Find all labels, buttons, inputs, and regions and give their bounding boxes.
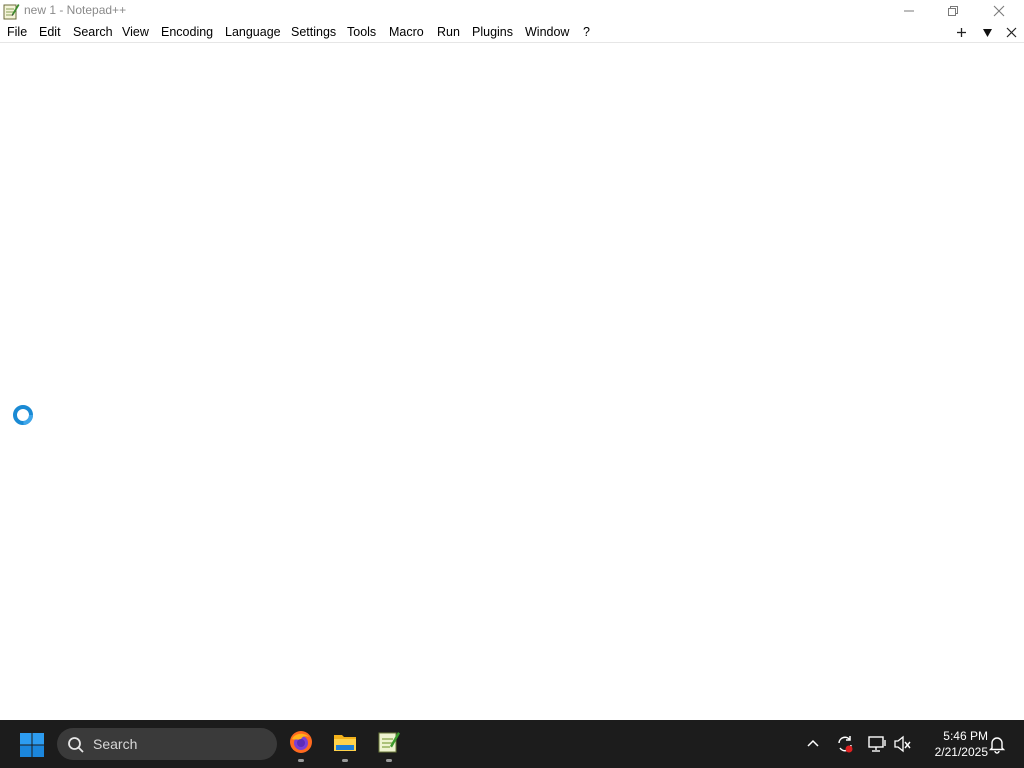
- close-icon: [993, 5, 1005, 17]
- close-tab-button[interactable]: [1002, 22, 1022, 43]
- clock-date: 2/21/2025: [934, 745, 988, 759]
- editor-area[interactable]: [0, 43, 1024, 720]
- windows-logo-icon: [20, 733, 44, 757]
- tray-network[interactable]: [867, 734, 887, 754]
- bell-icon: [988, 737, 1006, 754]
- restore-icon: [948, 6, 958, 16]
- running-indicator: [342, 759, 348, 762]
- menu-help[interactable]: ?: [583, 25, 590, 39]
- close-icon: [1006, 27, 1017, 38]
- taskbar-app-notepadpp[interactable]: [371, 726, 407, 762]
- notepadpp-app-icon: [2, 2, 20, 20]
- tray-volume[interactable]: [893, 734, 913, 754]
- dropdown-arrow-icon: [983, 29, 992, 37]
- file-explorer-icon: [334, 735, 356, 751]
- taskbar-clock[interactable]: 5:46 PM 2/21/2025: [918, 728, 988, 760]
- firefox-icon: [290, 731, 312, 753]
- search-icon: [68, 737, 84, 753]
- menu-window[interactable]: Window: [525, 25, 569, 39]
- window-title: new 1 - Notepad++: [24, 3, 127, 17]
- clock-time: 5:46 PM: [943, 729, 988, 743]
- chevron-up-icon: [807, 739, 819, 747]
- tray-sync-status[interactable]: [835, 734, 855, 754]
- menu-edit[interactable]: Edit: [39, 25, 61, 39]
- new-tab-button[interactable]: [952, 22, 972, 43]
- start-button[interactable]: [19, 732, 45, 758]
- taskbar: Search 5:46 PM 2/21/2025: [0, 720, 1024, 768]
- running-indicator: [298, 759, 304, 762]
- notepadpp-icon: [378, 732, 400, 753]
- menu-settings[interactable]: Settings: [291, 25, 336, 39]
- volume-muted-icon: [894, 735, 911, 753]
- taskbar-app-file-explorer[interactable]: [327, 726, 363, 762]
- menu-bar: File Edit Search View Encoding Language …: [0, 22, 1024, 43]
- menu-macro[interactable]: Macro: [389, 25, 424, 39]
- minimize-icon: [904, 10, 914, 12]
- network-icon: [868, 736, 886, 752]
- menu-run[interactable]: Run: [437, 25, 460, 39]
- tab-list-dropdown[interactable]: [978, 22, 998, 43]
- search-placeholder: Search: [93, 736, 138, 752]
- show-hidden-icons-button[interactable]: [803, 734, 823, 754]
- close-window-button[interactable]: [976, 0, 1022, 22]
- busy-cursor-icon: [12, 404, 34, 426]
- running-indicator: [386, 759, 392, 762]
- menu-tools[interactable]: Tools: [347, 25, 376, 39]
- menu-language[interactable]: Language: [225, 25, 281, 39]
- restore-button[interactable]: [930, 0, 976, 22]
- notification-center-button[interactable]: [987, 734, 1007, 754]
- taskbar-app-firefox[interactable]: [283, 726, 319, 762]
- taskbar-search-box[interactable]: Search: [57, 728, 277, 760]
- menu-encoding[interactable]: Encoding: [161, 25, 213, 39]
- menu-search[interactable]: Search: [73, 25, 113, 39]
- menu-file[interactable]: File: [7, 25, 27, 39]
- plus-icon: [957, 28, 966, 37]
- title-bar[interactable]: new 1 - Notepad++: [0, 0, 1024, 22]
- menu-plugins[interactable]: Plugins: [472, 25, 513, 39]
- minimize-button[interactable]: [886, 0, 932, 22]
- menu-view[interactable]: View: [122, 25, 149, 39]
- sync-icon: [838, 736, 853, 753]
